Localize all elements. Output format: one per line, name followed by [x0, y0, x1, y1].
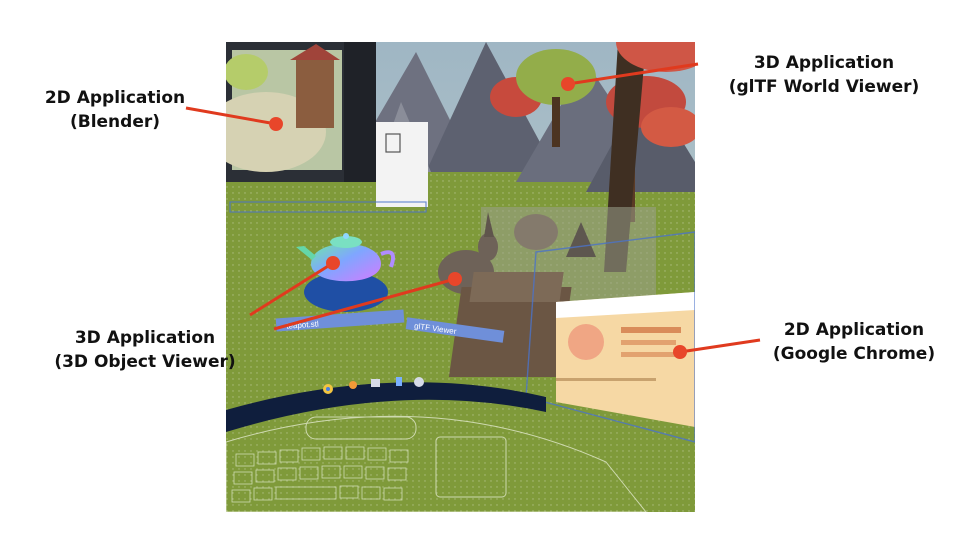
callout-gltf: 3D Application (glTF World Viewer) — [704, 51, 944, 99]
vr-scene: teapot.stl glTF Viewer — [226, 42, 695, 512]
callout-blender-line2: (Blender) — [69, 112, 161, 132]
settings-icon[interactable] — [414, 377, 424, 387]
callout-blender: 2D Application (Blender) — [40, 86, 190, 134]
callout-object-viewer-line2: (3D Object Viewer) — [54, 352, 236, 372]
callout-chrome-line2: (Google Chrome) — [772, 344, 936, 364]
callout-gltf-line1: 3D Application — [753, 53, 895, 73]
callout-object-viewer: 3D Application (3D Object Viewer) — [40, 326, 250, 374]
window-icon[interactable] — [371, 379, 380, 387]
callout-chrome: 2D Application (Google Chrome) — [764, 318, 944, 366]
blender-icon[interactable] — [349, 381, 357, 389]
blender-file-dialog[interactable] — [376, 122, 428, 207]
vr-scene-render: teapot.stl glTF Viewer — [226, 42, 695, 512]
callout-object-viewer-line1: 3D Application — [74, 328, 216, 348]
document-icon[interactable] — [396, 377, 402, 386]
callout-chrome-line1: 2D Application — [783, 320, 925, 340]
callout-blender-line1: 2D Application — [44, 88, 186, 108]
callout-gltf-line2: (glTF World Viewer) — [728, 77, 920, 97]
